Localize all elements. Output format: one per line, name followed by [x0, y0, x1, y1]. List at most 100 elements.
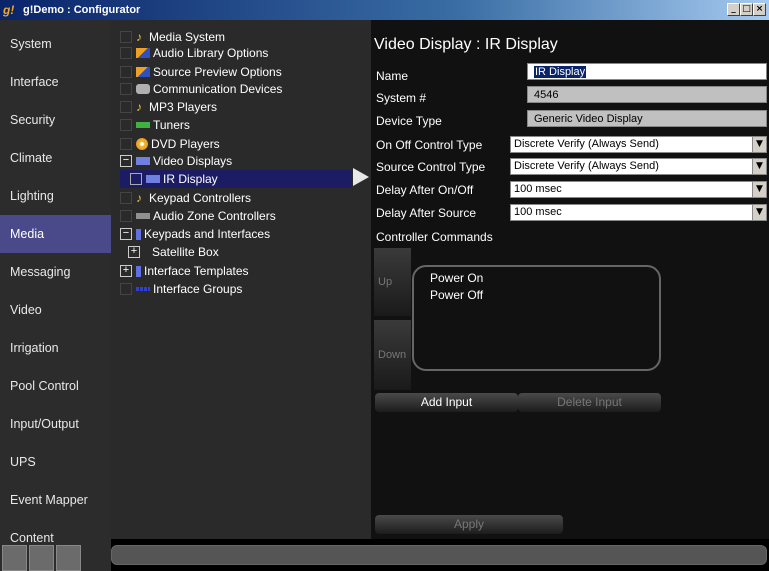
nav-item-irrigation[interactable]: Irrigation — [0, 329, 111, 367]
dropdown-arrow-icon[interactable]: ▼ — [752, 159, 766, 174]
tree-item-tuners[interactable]: Tuners — [120, 116, 190, 134]
window-title: g!Demo : Configurator — [23, 4, 141, 16]
nav-item-pool-control[interactable]: Pool Control — [0, 367, 111, 405]
nav-bottom-button[interactable] — [29, 545, 54, 571]
apply-button[interactable]: Apply — [375, 515, 563, 534]
tree-item-satellite-box[interactable]: + Satellite Box — [128, 243, 219, 261]
tree-item-audio-library-options[interactable]: Audio Library Options — [120, 44, 268, 62]
nav-item-climate[interactable]: Climate — [0, 139, 111, 177]
tree-item-interface-groups[interactable]: Interface Groups — [120, 280, 242, 298]
tree-item-interface-templates[interactable]: + Interface Templates — [120, 262, 249, 280]
tree-item-keypad-controllers[interactable]: ♪ Keypad Controllers — [120, 189, 251, 207]
nav-item-interface[interactable]: Interface — [0, 63, 111, 101]
tree-item-label: Communication Devices — [153, 82, 283, 96]
nav-item-lighting[interactable]: Lighting — [0, 177, 111, 215]
delay-source-label: Delay After Source — [376, 206, 477, 220]
keypad-icon — [136, 265, 141, 277]
zone-controller-icon — [136, 213, 150, 219]
name-field[interactable]: IR Display — [527, 63, 767, 80]
maximize-button[interactable]: □ — [740, 3, 753, 16]
add-input-button[interactable]: Add Input — [375, 393, 518, 412]
tree-item-label: Interface Templates — [144, 264, 249, 278]
tree-item-communication-devices[interactable]: Communication Devices — [120, 80, 282, 98]
source-control-type-label: Source Control Type — [376, 160, 486, 174]
tree-item-label: Satellite Box — [152, 245, 219, 259]
minimize-button[interactable]: _ — [727, 3, 740, 16]
checkbox[interactable] — [120, 119, 132, 131]
nav-item-ups[interactable]: UPS — [0, 443, 111, 481]
checkbox[interactable] — [120, 31, 132, 43]
checkbox[interactable] — [120, 47, 132, 59]
tree-item-audio-zone-controllers[interactable]: Audio Zone Controllers — [120, 207, 276, 225]
tree-item-keypads-and-interfaces[interactable]: − Keypads and Interfaces — [120, 225, 270, 243]
tree-item-mp3-players[interactable]: ♪ MP3 Players — [120, 98, 217, 116]
tree-item-label: Interface Groups — [153, 282, 243, 296]
checkbox[interactable] — [120, 83, 132, 95]
tree-item-label: Tuners — [153, 118, 190, 132]
dropdown-arrow-icon[interactable]: ▼ — [752, 205, 766, 220]
checkbox[interactable] — [130, 173, 142, 185]
select-value: Discrete Verify (Always Send) — [514, 160, 659, 172]
collapse-icon[interactable]: − — [120, 228, 132, 240]
checkbox[interactable] — [120, 138, 132, 150]
collapse-icon[interactable]: − — [120, 155, 132, 167]
source-control-type-select[interactable]: Discrete Verify (Always Send) ▼ — [510, 158, 767, 175]
group-icon — [136, 287, 150, 291]
music-note-icon: ♪ — [136, 191, 142, 205]
tree-item-video-displays[interactable]: − Video Displays — [120, 152, 232, 170]
selection-arrow-icon — [353, 168, 369, 186]
delay-onoff-select[interactable]: 100 msec ▼ — [510, 181, 767, 198]
delete-input-button[interactable]: Delete Input — [518, 393, 661, 412]
checkbox[interactable] — [120, 192, 132, 204]
communication-icon — [136, 84, 150, 94]
list-item[interactable]: Power On — [430, 271, 483, 285]
window-controls: _ □ × — [727, 3, 766, 16]
system-number-label: System # — [376, 91, 427, 105]
controller-commands-label: Controller Commands — [376, 230, 493, 244]
nav-bottom-button[interactable] — [56, 545, 81, 571]
nav-item-video[interactable]: Video — [0, 291, 111, 329]
onoff-control-type-select[interactable]: Discrete Verify (Always Send) ▼ — [510, 136, 767, 153]
left-navigation: System Interface Security Climate Lighti… — [0, 20, 111, 571]
delay-source-select[interactable]: 100 msec ▼ — [510, 204, 767, 221]
tree-item-label: Media System — [149, 30, 226, 44]
checkbox[interactable] — [120, 210, 132, 222]
nav-item-input-output[interactable]: Input/Output — [0, 405, 111, 443]
tuner-icon — [136, 122, 150, 128]
title-bar: g! g!Demo : Configurator _ □ × — [0, 0, 769, 20]
tree-item-source-preview-options[interactable]: Source Preview Options — [120, 63, 282, 81]
nav-item-messaging[interactable]: Messaging — [0, 253, 111, 291]
name-label: Name — [376, 69, 409, 83]
move-down-button[interactable]: Down — [374, 320, 411, 390]
checkbox[interactable] — [120, 101, 132, 113]
music-note-icon: ♪ — [136, 100, 142, 114]
move-up-button[interactable]: Up — [374, 248, 411, 316]
checkbox[interactable] — [120, 283, 132, 295]
tree-item-label: Source Preview Options — [153, 65, 282, 79]
app-logo-icon: g! — [3, 3, 15, 17]
select-value: Discrete Verify (Always Send) — [514, 138, 659, 150]
tree-item-label: Audio Library Options — [153, 46, 269, 60]
checkbox[interactable] — [120, 66, 132, 78]
select-value: 100 msec — [514, 206, 562, 218]
nav-item-security[interactable]: Security — [0, 101, 111, 139]
status-bar — [111, 545, 767, 565]
tree-item-label: DVD Players — [151, 137, 220, 151]
tree-item-label: Keypad Controllers — [149, 191, 252, 205]
page-title: Video Display : IR Display — [374, 36, 558, 53]
nav-item-system[interactable]: System — [0, 25, 111, 63]
dropdown-arrow-icon[interactable]: ▼ — [752, 137, 766, 152]
nav-item-event-mapper[interactable]: Event Mapper — [0, 481, 111, 519]
nav-item-media[interactable]: Media — [0, 215, 111, 253]
expand-icon[interactable]: + — [128, 246, 140, 258]
dvd-icon — [136, 138, 148, 150]
expand-icon[interactable]: + — [120, 265, 132, 277]
close-button[interactable]: × — [753, 3, 766, 16]
tree-item-ir-display[interactable]: IR Display — [120, 170, 352, 188]
display-icon — [136, 157, 150, 165]
tree-item-dvd-players[interactable]: DVD Players — [120, 135, 220, 153]
tree-item-label: IR Display — [163, 172, 218, 186]
list-item[interactable]: Power Off — [430, 288, 483, 302]
dropdown-arrow-icon[interactable]: ▼ — [752, 182, 766, 197]
nav-bottom-button[interactable] — [2, 545, 27, 571]
